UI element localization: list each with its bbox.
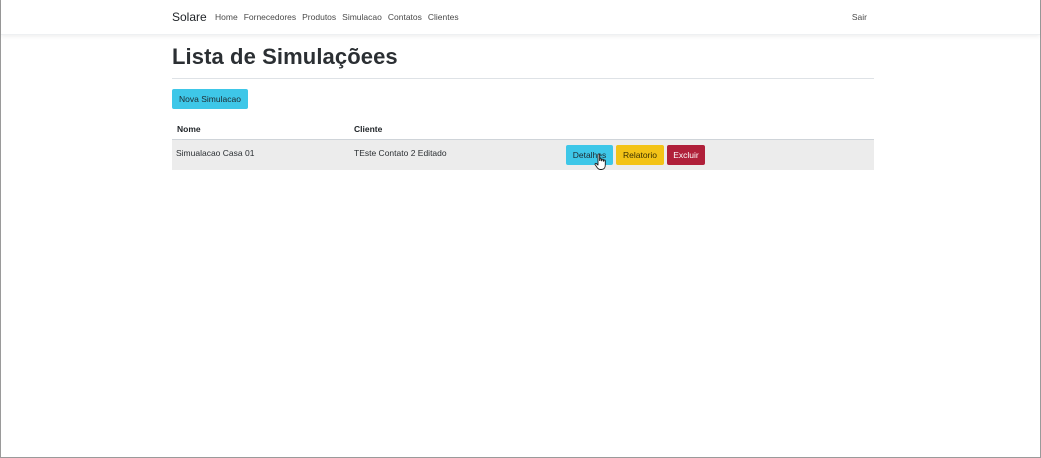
cell-cliente: TEste Contato 2 Editado xyxy=(354,148,447,158)
column-header-nome: Nome xyxy=(177,124,201,134)
brand-link[interactable]: Solare xyxy=(172,10,207,24)
nav-link-clientes[interactable]: Clientes xyxy=(428,12,459,22)
page-title: Lista de Simulaçõees xyxy=(172,44,398,69)
table-header: Nome Cliente xyxy=(172,119,874,140)
delete-button[interactable]: Excluir xyxy=(667,145,705,165)
nav-link-home[interactable]: Home xyxy=(215,12,238,22)
logout-link[interactable]: Sair xyxy=(852,12,867,22)
top-navbar: Solare Home Fornecedores Produtos Simula… xyxy=(1,0,1040,35)
nav-link-produtos[interactable]: Produtos xyxy=(302,12,336,22)
nav-link-simulacao[interactable]: Simulacao xyxy=(342,12,382,22)
nav-links: Home Fornecedores Produtos Simulacao Con… xyxy=(215,12,459,22)
hand-pointer-icon xyxy=(594,153,606,170)
table-row: Simualacao Casa 01 TEste Contato 2 Edita… xyxy=(172,140,874,170)
nav-link-fornecedores[interactable]: Fornecedores xyxy=(244,12,296,22)
title-divider xyxy=(172,78,874,79)
nav-link-contatos[interactable]: Contatos xyxy=(388,12,422,22)
report-button[interactable]: Relatorio xyxy=(616,145,664,165)
cell-nome: Simualacao Casa 01 xyxy=(176,148,255,158)
new-simulation-button[interactable]: Nova Simulacao xyxy=(172,89,248,109)
column-header-cliente: Cliente xyxy=(354,124,383,134)
